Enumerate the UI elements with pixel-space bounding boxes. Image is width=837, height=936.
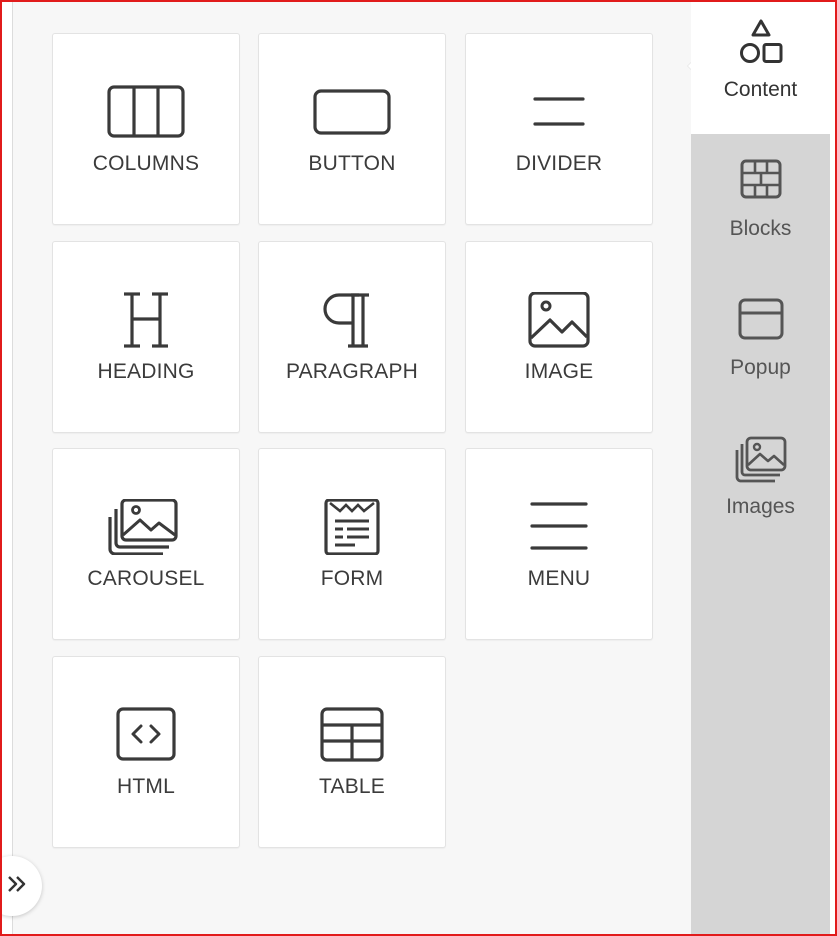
tool-menu[interactable]: MENU	[465, 448, 653, 640]
sidebar-item-content[interactable]: Content	[691, 2, 830, 134]
html-icon	[53, 707, 239, 763]
tool-paragraph[interactable]: PARAGRAPH	[258, 241, 446, 433]
sidebar-item-blocks[interactable]: Blocks	[691, 141, 830, 273]
tool-label: HTML	[117, 775, 175, 798]
image-icon	[466, 292, 652, 348]
blocks-icon	[691, 157, 830, 205]
tool-label: DIVIDER	[515, 152, 603, 175]
shapes-icon	[691, 18, 830, 66]
heading-icon	[53, 292, 239, 348]
tool-html[interactable]: HTML	[52, 656, 240, 848]
form-icon	[259, 499, 445, 555]
divider-icon	[466, 84, 652, 140]
tool-label: TABLE	[319, 775, 385, 798]
tool-label: BUTTON	[308, 152, 396, 175]
sidebar-item-label: Images	[726, 495, 795, 518]
sidebar-item-label: Popup	[730, 356, 791, 379]
tool-label: IMAGE	[524, 360, 594, 383]
tool-table[interactable]: TABLE	[258, 656, 446, 848]
tool-label: PARAGRAPH	[285, 360, 419, 383]
tool-button[interactable]: BUTTON	[258, 33, 446, 225]
button-icon	[259, 84, 445, 140]
tool-label: CAROUSEL	[87, 567, 205, 590]
tool-divider[interactable]: DIVIDER	[465, 33, 653, 225]
paragraph-icon	[259, 292, 445, 348]
left-edge-strip	[2, 2, 13, 934]
tool-carousel[interactable]: CAROUSEL	[52, 448, 240, 640]
sidebar-item-popup[interactable]: Popup	[691, 280, 830, 412]
tool-form[interactable]: FORM	[258, 448, 446, 640]
content-tools-panel: COLUMNS BUTTON DIVIDER HEADING PARAGRAPH…	[13, 2, 704, 934]
sidebar-item-label: Blocks	[729, 217, 792, 240]
double-chevron-right-icon	[6, 873, 28, 900]
images-icon	[691, 435, 830, 483]
sidebar-item-label: Content	[723, 78, 798, 101]
table-icon	[259, 707, 445, 763]
tool-label: MENU	[527, 567, 591, 590]
popup-icon	[691, 296, 830, 344]
carousel-icon	[53, 499, 239, 555]
tool-columns[interactable]: COLUMNS	[52, 33, 240, 225]
tool-image[interactable]: IMAGE	[465, 241, 653, 433]
sidebar: Content Blocks Popup Images	[691, 2, 830, 934]
menu-icon	[466, 499, 652, 555]
tool-label: FORM	[320, 567, 384, 590]
tool-label: COLUMNS	[92, 152, 200, 175]
sidebar-item-images[interactable]: Images	[691, 419, 830, 551]
tool-label: HEADING	[97, 360, 195, 383]
columns-icon	[53, 84, 239, 140]
tool-heading[interactable]: HEADING	[52, 241, 240, 433]
